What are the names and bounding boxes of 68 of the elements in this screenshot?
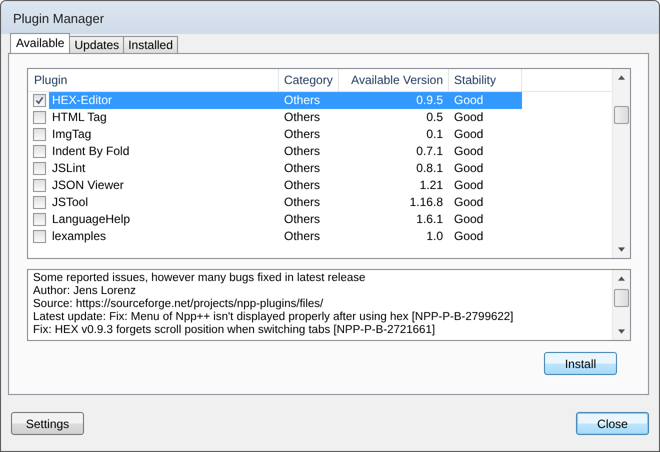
table-cell-text: Others — [283, 177, 322, 194]
description-line: Source: https://sourceforge.net/projects/npp-plugins/files/ — [33, 298, 324, 311]
table-cell-text: Others — [283, 126, 322, 143]
table-cell-text: Good — [453, 109, 484, 126]
plugin-name[interactable]: JSLint — [49, 160, 86, 177]
scroll-up-icon[interactable] — [618, 75, 625, 80]
table-cell-text: Others — [283, 194, 322, 211]
tab[interactable]: Installed — [123, 36, 178, 53]
checkbox[interactable] — [33, 196, 46, 209]
checkbox[interactable] — [33, 128, 46, 141]
table-cell-text: 1.6.1 — [415, 211, 444, 228]
tab[interactable]: Updates — [69, 36, 124, 53]
description-line: Fix: HEX v0.9.3 forgets scroll position when switching tabs [NPP-P-B-2721661] — [33, 324, 436, 337]
plugin-name[interactable]: Indent By Fold — [49, 143, 130, 160]
plugin-name[interactable]: ImgTag — [49, 126, 92, 143]
plugin-name[interactable]: HTML Tag — [49, 109, 107, 126]
settings-button[interactable]: Settings — [11, 412, 84, 435]
column-header[interactable]: Plugin — [28, 69, 279, 91]
scrollbar[interactable] — [612, 270, 630, 340]
table-cell-text: 1.0 — [425, 228, 444, 245]
column-header[interactable]: Stability — [449, 69, 522, 91]
table-cell-text: Others — [283, 143, 322, 160]
table-cell-text: Good — [453, 211, 484, 228]
plugin-name[interactable]: JSTool — [49, 194, 88, 211]
column-header[interactable]: Category — [279, 69, 339, 91]
scroll-thumb[interactable] — [614, 289, 629, 307]
table-cell-text: 1.16.8 — [408, 194, 444, 211]
table-cell-text: Others — [283, 160, 322, 177]
checkbox[interactable] — [33, 162, 46, 175]
table-cell-text: 0.5 — [425, 109, 444, 126]
table-cell-text: Good — [453, 126, 484, 143]
description-line: Some reported issues, however many bugs fixed in latest release — [33, 272, 366, 285]
column-header[interactable]: Available Version — [339, 69, 449, 91]
checkbox[interactable] — [33, 145, 46, 158]
description-line: Latest update: Fix: Menu of Npp++ isn't displayed properly after using hex [NPP-P-B-2799622] — [33, 311, 514, 324]
table-cell: Others — [279, 92, 339, 109]
scroll-down-icon[interactable] — [618, 329, 625, 334]
close-button[interactable]: Close — [576, 412, 649, 435]
install-button[interactable]: Install — [544, 352, 617, 375]
table-cell: Good — [449, 92, 522, 109]
table-cell-text: 0.8.1 — [415, 160, 444, 177]
table-cell-text: Good — [453, 160, 484, 177]
scrollbar[interactable] — [612, 69, 630, 258]
checkbox[interactable] — [33, 94, 46, 107]
plugin-name[interactable]: JSON Viewer — [49, 177, 124, 194]
description-line: Author: Jens Lorenz — [33, 285, 137, 298]
table-cell-text: Good — [453, 194, 484, 211]
window-title: Plugin Manager — [1, 1, 659, 34]
table-cell-text: Good — [453, 228, 484, 245]
table-cell-text: Others — [283, 211, 322, 228]
checkbox[interactable] — [33, 179, 46, 192]
table-cell-text: 0.1 — [425, 126, 444, 143]
scroll-thumb[interactable] — [614, 106, 629, 124]
scroll-down-icon[interactable] — [618, 247, 625, 252]
table-cell-text: 1.21 — [418, 177, 444, 194]
plugin-name[interactable]: lexamples — [49, 228, 106, 245]
plugin-name[interactable]: LanguageHelp — [49, 211, 130, 228]
table-cell-text: Good — [453, 143, 484, 160]
checkbox[interactable] — [33, 111, 46, 124]
scroll-up-icon[interactable] — [618, 276, 625, 281]
table-cell-text: Others — [283, 109, 322, 126]
checkbox[interactable] — [33, 213, 46, 226]
table-cell: 0.9.5 — [339, 92, 449, 109]
checkbox[interactable] — [33, 230, 46, 243]
table-cell-text: 0.7.1 — [415, 143, 444, 160]
table-cell-text: Others — [283, 228, 322, 245]
tab[interactable]: Available — [10, 33, 70, 53]
table-cell-text: Good — [453, 177, 484, 194]
